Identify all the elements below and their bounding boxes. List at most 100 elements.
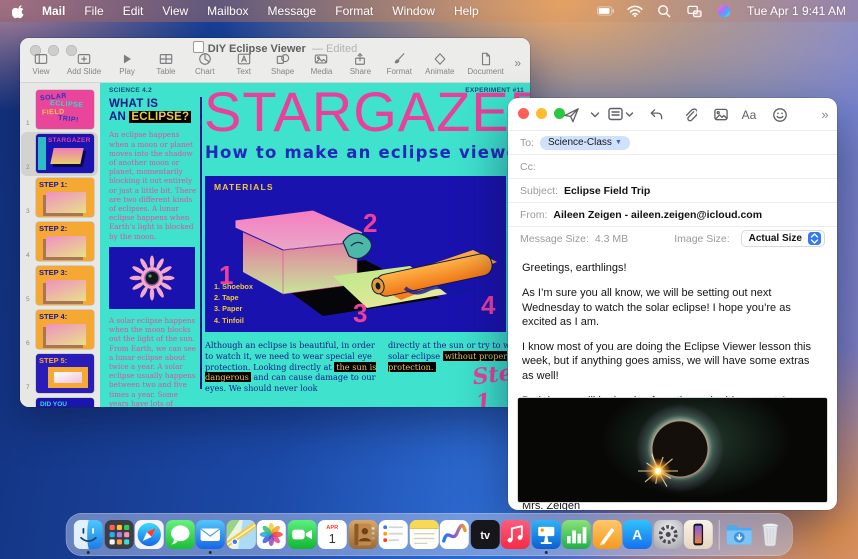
dock-trash-icon[interactable] [755,520,784,549]
toolbar-text[interactable]: Text [231,52,257,76]
materials-list-item: 3. Paper [214,303,253,314]
apple-menu-icon[interactable] [12,4,26,19]
slide-thumbnail-preview[interactable]: STEP 3: [36,266,94,305]
toolbar-add-slide[interactable]: Add Slide [67,52,101,76]
cc-field[interactable]: Cc: [508,154,837,178]
from-field[interactable]: From: Aileen Zeigen - aileen.zeigen@iclo… [508,202,837,226]
control-center-icon[interactable] [687,4,704,19]
slide-thumbnail-preview[interactable]: SOLARECLIPSEFIELDTRIP! [36,90,94,129]
slide-thumbnail-preview[interactable]: STEP 4: [36,310,94,349]
slide-thumbnail-preview[interactable]: DID YOU KNOW... [36,398,94,407]
dock-music-icon[interactable] [501,520,530,549]
toolbar-overflow-button[interactable]: » [514,56,521,70]
toolbar-chart[interactable]: Chart [192,52,218,76]
thumb-title: STEP 2: [39,224,67,233]
heading-highlight: ECLIPSE? [129,111,191,123]
dock-keynote-icon[interactable] [531,520,560,549]
svg-text:tv: tv [480,530,490,542]
slide-thumbnail-preview[interactable]: STARGAZER [36,134,94,173]
header-fields-button[interactable] [608,106,634,123]
keynote-titlebar: DIY Eclipse Viewer — Edited ViewAdd Slid… [20,38,530,83]
slide-thumbnail-preview[interactable]: STEP 5: [36,354,94,393]
toolbar-overflow-button[interactable]: » [816,106,834,123]
toolbar-document[interactable]: Document [467,52,503,76]
to-field[interactable]: To: Science-Class▼ [508,130,837,154]
svg-text:APR: APR [326,525,338,531]
menu-help[interactable]: Help [454,4,479,18]
menu-mailbox[interactable]: Mailbox [207,4,248,18]
attach-file-button[interactable] [680,106,698,123]
slide-thumbnail-preview[interactable]: STEP 2: [36,222,94,261]
svg-text:2: 2 [363,208,377,238]
menu-mail[interactable]: Mail [42,4,65,18]
eclipse-photo-attachment[interactable] [518,398,827,502]
keynote-window: DIY Eclipse Viewer — Edited ViewAdd Slid… [20,38,530,407]
slide-thumbnail-6[interactable]: 6STEP 4: [20,308,100,352]
send-options-chevron[interactable] [586,106,604,123]
menu-format[interactable]: Format [335,4,373,18]
dock-downloads-icon[interactable] [725,520,754,549]
slide-thumbnail-5[interactable]: 5STEP 3: [20,264,100,308]
slide-thumbnail-8[interactable]: 8DID YOU KNOW... [20,396,100,407]
recipient-token[interactable]: Science-Class▼ [540,136,630,150]
menu-message[interactable]: Message [268,4,317,18]
dock-messages-icon[interactable] [165,520,194,549]
send-button[interactable] [562,106,580,123]
toolbar-animate[interactable]: Animate [425,52,454,76]
running-indicator [87,551,90,554]
dock-tv-icon[interactable]: tv [470,520,499,549]
wifi-icon[interactable] [627,4,644,19]
emoji-button[interactable] [771,106,789,123]
menu-edit[interactable]: Edit [123,4,144,18]
menu-view[interactable]: View [162,4,188,18]
slide-canvas[interactable]: SCIENCE 4.2 EXPERIMENT #11 WHAT IS AN EC… [100,83,530,407]
dock-settings-icon[interactable] [653,520,682,549]
toolbar-shape[interactable]: Shape [270,52,296,76]
body-paragraph: Greetings, earthlings! [522,261,823,275]
dock-calendar-icon[interactable]: APR1 [318,520,347,549]
dock-maps-icon[interactable] [226,520,255,549]
dock-mail-icon[interactable] [196,520,225,549]
toolbar-view[interactable]: View [28,52,54,76]
slide-subtitle: How to make an eclipse viewer! [205,143,530,162]
slide-thumbnail-7[interactable]: 7STEP 5: [20,352,100,396]
slide-thumbnail-3[interactable]: 3STEP 1: [20,176,100,220]
dock-iphone-mirroring-icon[interactable] [684,520,713,549]
menu-window[interactable]: Window [392,4,435,18]
dock-numbers-icon[interactable] [562,520,591,549]
svg-text:1: 1 [329,531,336,546]
toolbar-share[interactable]: Share [347,52,373,76]
slide-thumbnail-1[interactable]: 1SOLARECLIPSEFIELDTRIP! [20,88,100,132]
toolbar-format[interactable]: Format [386,52,412,76]
subject-field[interactable]: Subject: Eclipse Field Trip [508,178,837,202]
toolbar-label: Media [311,67,333,76]
dock-finder-icon[interactable] [74,520,103,549]
toolbar-play[interactable]: Play [114,52,140,76]
toolbar-media[interactable]: Media [308,52,334,76]
siri-icon[interactable] [717,4,734,19]
dock-launchpad-icon[interactable] [104,520,133,549]
menu-file[interactable]: File [84,4,103,18]
slide-thumbnail-2[interactable]: 2STARGAZER [20,132,100,176]
dock-contacts-icon[interactable] [348,520,377,549]
dock-facetime-icon[interactable] [287,520,316,549]
slide-thumbnail-4[interactable]: 4STEP 2: [20,220,100,264]
close-button[interactable] [518,108,529,119]
dock-freeform-icon[interactable] [440,520,469,549]
battery-icon[interactable] [597,4,614,19]
slide-thumbnail-preview[interactable]: STEP 1: [36,178,94,217]
dock-pages-icon[interactable] [592,520,621,549]
menu-bar-clock[interactable]: Tue Apr 1 9:41 AM [747,4,846,18]
image-size-select[interactable]: Actual Size [741,230,825,247]
dock-notes-icon[interactable] [409,520,438,549]
format-button[interactable]: Aa [740,106,758,123]
insert-photo-button[interactable] [712,106,730,123]
toolbar-table[interactable]: Table [153,52,179,76]
dock-app-store-icon[interactable]: A [623,520,652,549]
undo-button[interactable] [647,106,665,123]
search-icon[interactable] [657,4,674,19]
dock-safari-icon[interactable] [135,520,164,549]
minimize-button[interactable] [536,108,547,119]
dock-photos-icon[interactable] [257,520,286,549]
dock-reminders-icon[interactable] [379,520,408,549]
